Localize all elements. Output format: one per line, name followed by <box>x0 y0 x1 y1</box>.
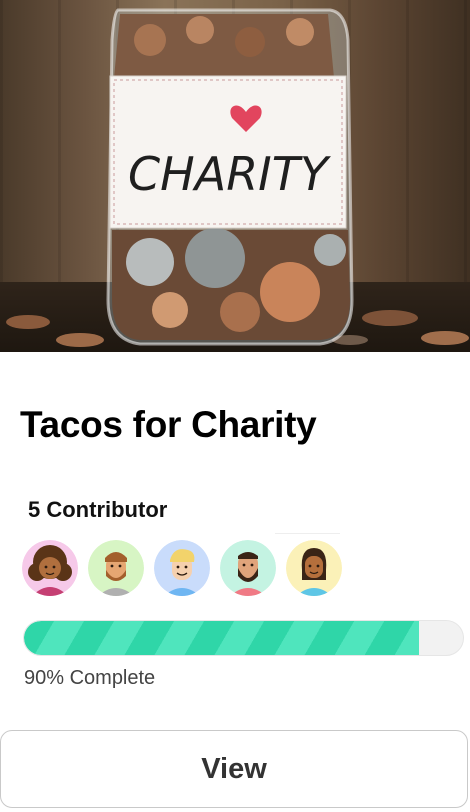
progress-label: 90% Complete <box>24 667 156 689</box>
view-button[interactable]: View <box>0 730 468 808</box>
avatar-5[interactable] <box>286 540 342 596</box>
campaign-title: Tacos for Charity <box>20 404 317 445</box>
progress-fill <box>24 621 420 655</box>
contributors-count: 5 Contributor <box>28 497 168 522</box>
campaign-image: CHARITY <box>0 0 470 352</box>
avatar-2[interactable] <box>88 540 144 596</box>
avatar-3[interactable] <box>154 540 210 596</box>
progress-bar <box>23 620 464 656</box>
avatar-1[interactable] <box>22 540 78 596</box>
charity-jar-illustration: CHARITY <box>6 8 469 347</box>
avatar-4[interactable] <box>220 540 276 596</box>
divider <box>275 533 340 534</box>
svg-text:CHARITY: CHARITY <box>128 147 332 201</box>
